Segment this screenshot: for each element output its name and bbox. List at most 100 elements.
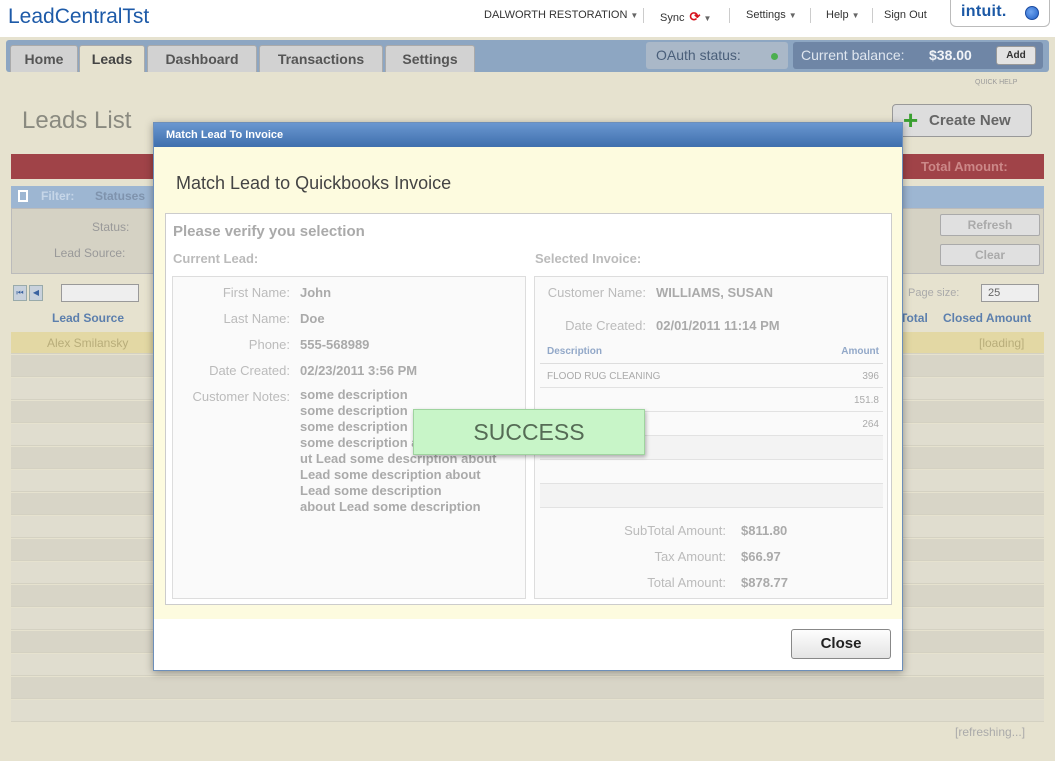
line-amount: 264 [862, 419, 879, 430]
tab-leads[interactable]: Leads [79, 45, 145, 72]
current-balance: Current balance: $38.00 Add [793, 42, 1043, 69]
help-label: Help [826, 9, 849, 21]
page-title: Leads List [22, 107, 132, 134]
col-description: Description [547, 346, 603, 357]
sign-out-link[interactable]: Sign Out [884, 9, 927, 21]
verify-title: Please verify you selection [173, 223, 365, 240]
filter-value: Statuses [95, 189, 146, 203]
sync-label: Sync [660, 12, 685, 24]
selected-invoice-title: Selected Invoice: [535, 251, 642, 266]
col-amount: Amount [841, 346, 879, 357]
prev-page-icon[interactable]: ◀ [29, 285, 43, 301]
separator [872, 8, 873, 23]
col-total[interactable]: Total [900, 311, 928, 325]
last-name-label: Last Name: [223, 311, 290, 326]
tab-dashboard[interactable]: Dashboard [147, 45, 257, 72]
notes-line: Lead some description [300, 483, 442, 498]
subtotal-label: SubTotal Amount: [624, 523, 726, 538]
create-new-button[interactable]: + Create New [892, 104, 1032, 137]
oauth-status: OAuth status: [646, 42, 788, 69]
line-description: FLOOD RUG CLEANING [547, 371, 661, 382]
dialog-titlebar[interactable]: Match Lead To Invoice [154, 123, 902, 147]
customer-name-label: Customer Name: [547, 285, 646, 300]
collapse-icon[interactable] [18, 190, 28, 202]
col-lead-source[interactable]: Lead Source [52, 311, 124, 325]
total-label: Total Amount: [647, 575, 726, 590]
top-bar: LeadCentralTst DALWORTH RESTORATION ▼ Syn… [0, 0, 1055, 36]
tab-settings[interactable]: Settings [385, 45, 475, 72]
line-amount: 396 [862, 371, 879, 382]
clear-button[interactable]: Clear [940, 244, 1040, 266]
last-name-value: Doe [300, 311, 325, 326]
tab-home[interactable]: Home [10, 45, 78, 72]
quick-help-link[interactable]: QUICK HELP [975, 79, 1017, 86]
status-dot-icon [771, 53, 778, 60]
row-closed-amount: [loading] [979, 336, 1025, 350]
customer-notes-label: Customer Notes: [192, 389, 290, 404]
separator [643, 8, 644, 23]
invoice-date-label: Date Created: [565, 318, 646, 333]
separator [810, 8, 811, 23]
oauth-status-label: OAuth status: [656, 47, 741, 63]
help-menu[interactable]: Help ▼ [826, 9, 860, 21]
first-page-icon[interactable]: ⏮ [13, 285, 27, 301]
col-closed-amount[interactable]: Closed Amount [943, 311, 1031, 325]
chevron-down-icon: ▼ [851, 11, 860, 20]
table-row [11, 700, 1044, 722]
settings-label: Settings [746, 9, 786, 21]
first-name-value: John [300, 285, 332, 300]
total-amount-label: Total Amount: [921, 159, 1008, 174]
filter-label: Filter: [41, 189, 75, 203]
plus-icon: + [903, 105, 919, 135]
table-row [540, 484, 883, 508]
sync-menu[interactable]: Sync ⟳ ▼ [660, 9, 711, 25]
intuit-logo: intuit. [961, 3, 1007, 20]
page-size-select[interactable]: 25 [981, 284, 1039, 302]
date-created-label: Date Created: [209, 363, 290, 378]
dialog-footer: Close [154, 619, 902, 670]
phone-label: Phone: [248, 337, 290, 352]
row-lead-source: Alex Smilansky [47, 336, 129, 350]
chevron-down-icon: ▼ [703, 14, 712, 23]
separator [729, 8, 730, 23]
table-row [540, 460, 883, 484]
tax-value: $66.97 [741, 549, 781, 564]
line-amount: 151.8 [853, 395, 879, 406]
table-row: FLOOD RUG CLEANING 396 [540, 364, 883, 388]
notes-line: Lead some description about [300, 467, 481, 482]
match-lead-dialog: Match Lead To Invoice Match Lead to Quic… [153, 122, 903, 671]
pager: ⏮ ◀ [13, 282, 153, 304]
company-name: DALWORTH RESTORATION [484, 9, 628, 21]
phone-value: 555-568989 [300, 337, 370, 352]
notes-line: some description [300, 387, 408, 402]
subtotal-value: $811.80 [741, 523, 788, 538]
balance-value: $38.00 [929, 47, 972, 63]
refreshing-status: [refreshing...] [955, 725, 1026, 739]
invoice-table-header: Description Amount [540, 338, 883, 364]
total-value: $878.77 [741, 575, 788, 590]
settings-menu[interactable]: Settings ▼ [746, 9, 797, 21]
lead-source-filter-label: Lead Source: [54, 246, 126, 260]
status-filter-label: Status: [92, 220, 130, 234]
tab-transactions[interactable]: Transactions [259, 45, 383, 72]
dialog-heading: Match Lead to Quickbooks Invoice [176, 173, 452, 193]
dialog-body: Match Lead to Quickbooks Invoice Please … [154, 147, 902, 619]
dialog-title: Match Lead To Invoice [166, 129, 284, 141]
customer-name-value: WILLIAMS, SUSAN [656, 285, 773, 300]
create-new-label: Create New [929, 112, 1011, 129]
success-toast: SUCCESS [413, 409, 645, 455]
current-lead-title: Current Lead: [173, 251, 259, 266]
intuit-badge[interactable]: intuit. [950, 0, 1050, 27]
page-select[interactable] [61, 284, 139, 302]
app-title: LeadCentralTst [8, 5, 150, 28]
add-balance-button[interactable]: Add [996, 46, 1036, 65]
close-button[interactable]: Close [791, 629, 891, 659]
date-created-value: 02/23/2011 3:56 PM [300, 363, 418, 378]
page-size-label: Page size: [908, 287, 960, 299]
chevron-down-icon: ▼ [788, 11, 797, 20]
invoice-date-value: 02/01/2011 11:14 PM [656, 318, 780, 333]
table-row [11, 677, 1044, 699]
tax-label: Tax Amount: [654, 549, 726, 564]
company-menu[interactable]: DALWORTH RESTORATION ▼ [484, 9, 638, 21]
refresh-button[interactable]: Refresh [940, 214, 1040, 236]
